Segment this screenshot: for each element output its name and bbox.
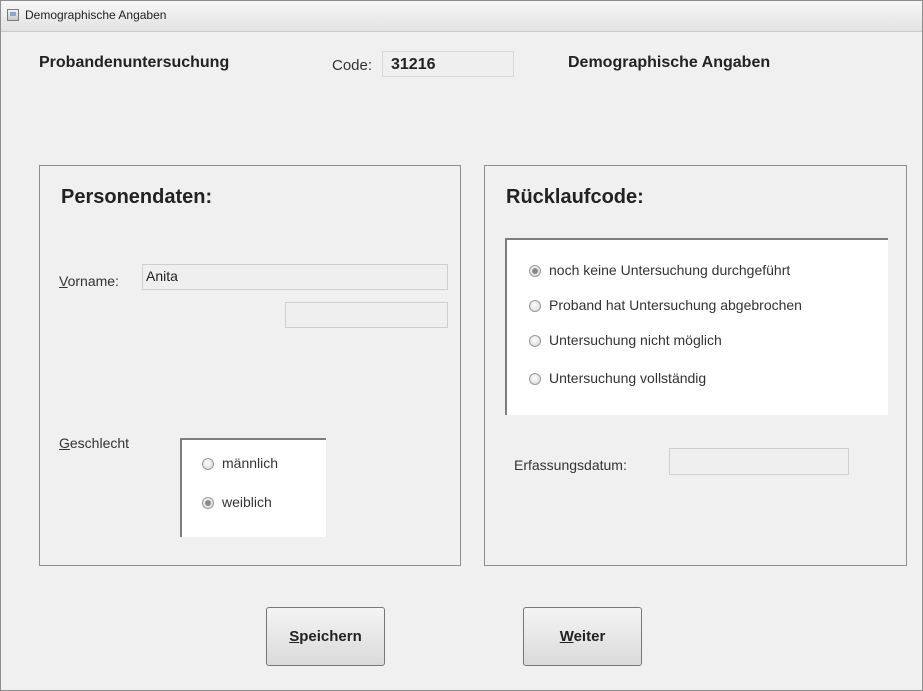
save-button[interactable]: Speichern (266, 607, 385, 666)
geschlecht-label: Geschlecht (59, 435, 129, 451)
vorname-field[interactable]: Anita (142, 264, 448, 290)
personendaten-group: Personendaten: Vorname: Anita Geschlecht… (39, 165, 461, 566)
radio-label-maennlich: männlich (222, 455, 279, 471)
next-mnemonic: W (559, 628, 574, 645)
title-bar[interactable]: Demographische Angaben (1, 1, 922, 32)
radio-button-checked-icon[interactable] (202, 497, 214, 509)
form-title: Demographische Angaben (568, 54, 771, 71)
radio-label-keine: noch keine Untersuchung durchgeführt (549, 262, 791, 278)
radio-label-weiblich: weiblich (222, 494, 272, 510)
vorname-label: Vorname: (59, 273, 119, 289)
window-form-icon (7, 9, 19, 21)
main-window: Demographische Angaben Probandenuntersuc… (0, 0, 923, 691)
ruecklauf-radio-group: noch keine Untersuchung durchgeführt Pro… (505, 238, 888, 415)
geschlecht-label-rest: eschlecht (69, 435, 130, 451)
next-button[interactable]: Weiter (523, 607, 642, 666)
study-title: Probandenuntersuchung (39, 54, 230, 71)
geschlecht-radio-group: männlich weiblich (180, 438, 326, 537)
radio-button-icon[interactable] (529, 373, 541, 385)
radio-button-icon[interactable] (202, 458, 214, 470)
vorname-mnemonic: V (59, 273, 68, 289)
code-value: 31216 (391, 56, 436, 73)
radio-label-nicht-moeglich: Untersuchung nicht möglich (549, 332, 722, 348)
personendaten-title: Personendaten: (61, 186, 213, 208)
erfassungsdatum-label: Erfassungsdatum: (514, 457, 627, 473)
next-label-rest: eiter (573, 628, 606, 645)
radio-button-icon[interactable] (529, 335, 541, 347)
radio-label-abgebrochen: Proband hat Untersuchung abgebrochen (549, 297, 802, 313)
radio-button-icon[interactable] (529, 300, 541, 312)
radio-button-checked-icon[interactable] (529, 265, 541, 277)
ruecklauf-group: Rücklaufcode: noch keine Untersuchung du… (484, 165, 907, 566)
save-label-rest: peichern (299, 628, 362, 645)
code-label: Code: (332, 57, 373, 74)
radio-label-vollstaendig: Untersuchung vollständig (549, 370, 707, 386)
window-title: Demographische Angaben (25, 8, 167, 22)
geschlecht-mnemonic: G (59, 435, 70, 451)
vorname-value: Anita (146, 268, 178, 284)
erfassungsdatum-field[interactable] (669, 448, 849, 475)
ruecklauf-title: Rücklaufcode: (506, 186, 644, 208)
second-name-field[interactable] (285, 302, 448, 328)
save-mnemonic: S (289, 628, 300, 645)
vorname-label-rest: orname: (67, 273, 119, 289)
